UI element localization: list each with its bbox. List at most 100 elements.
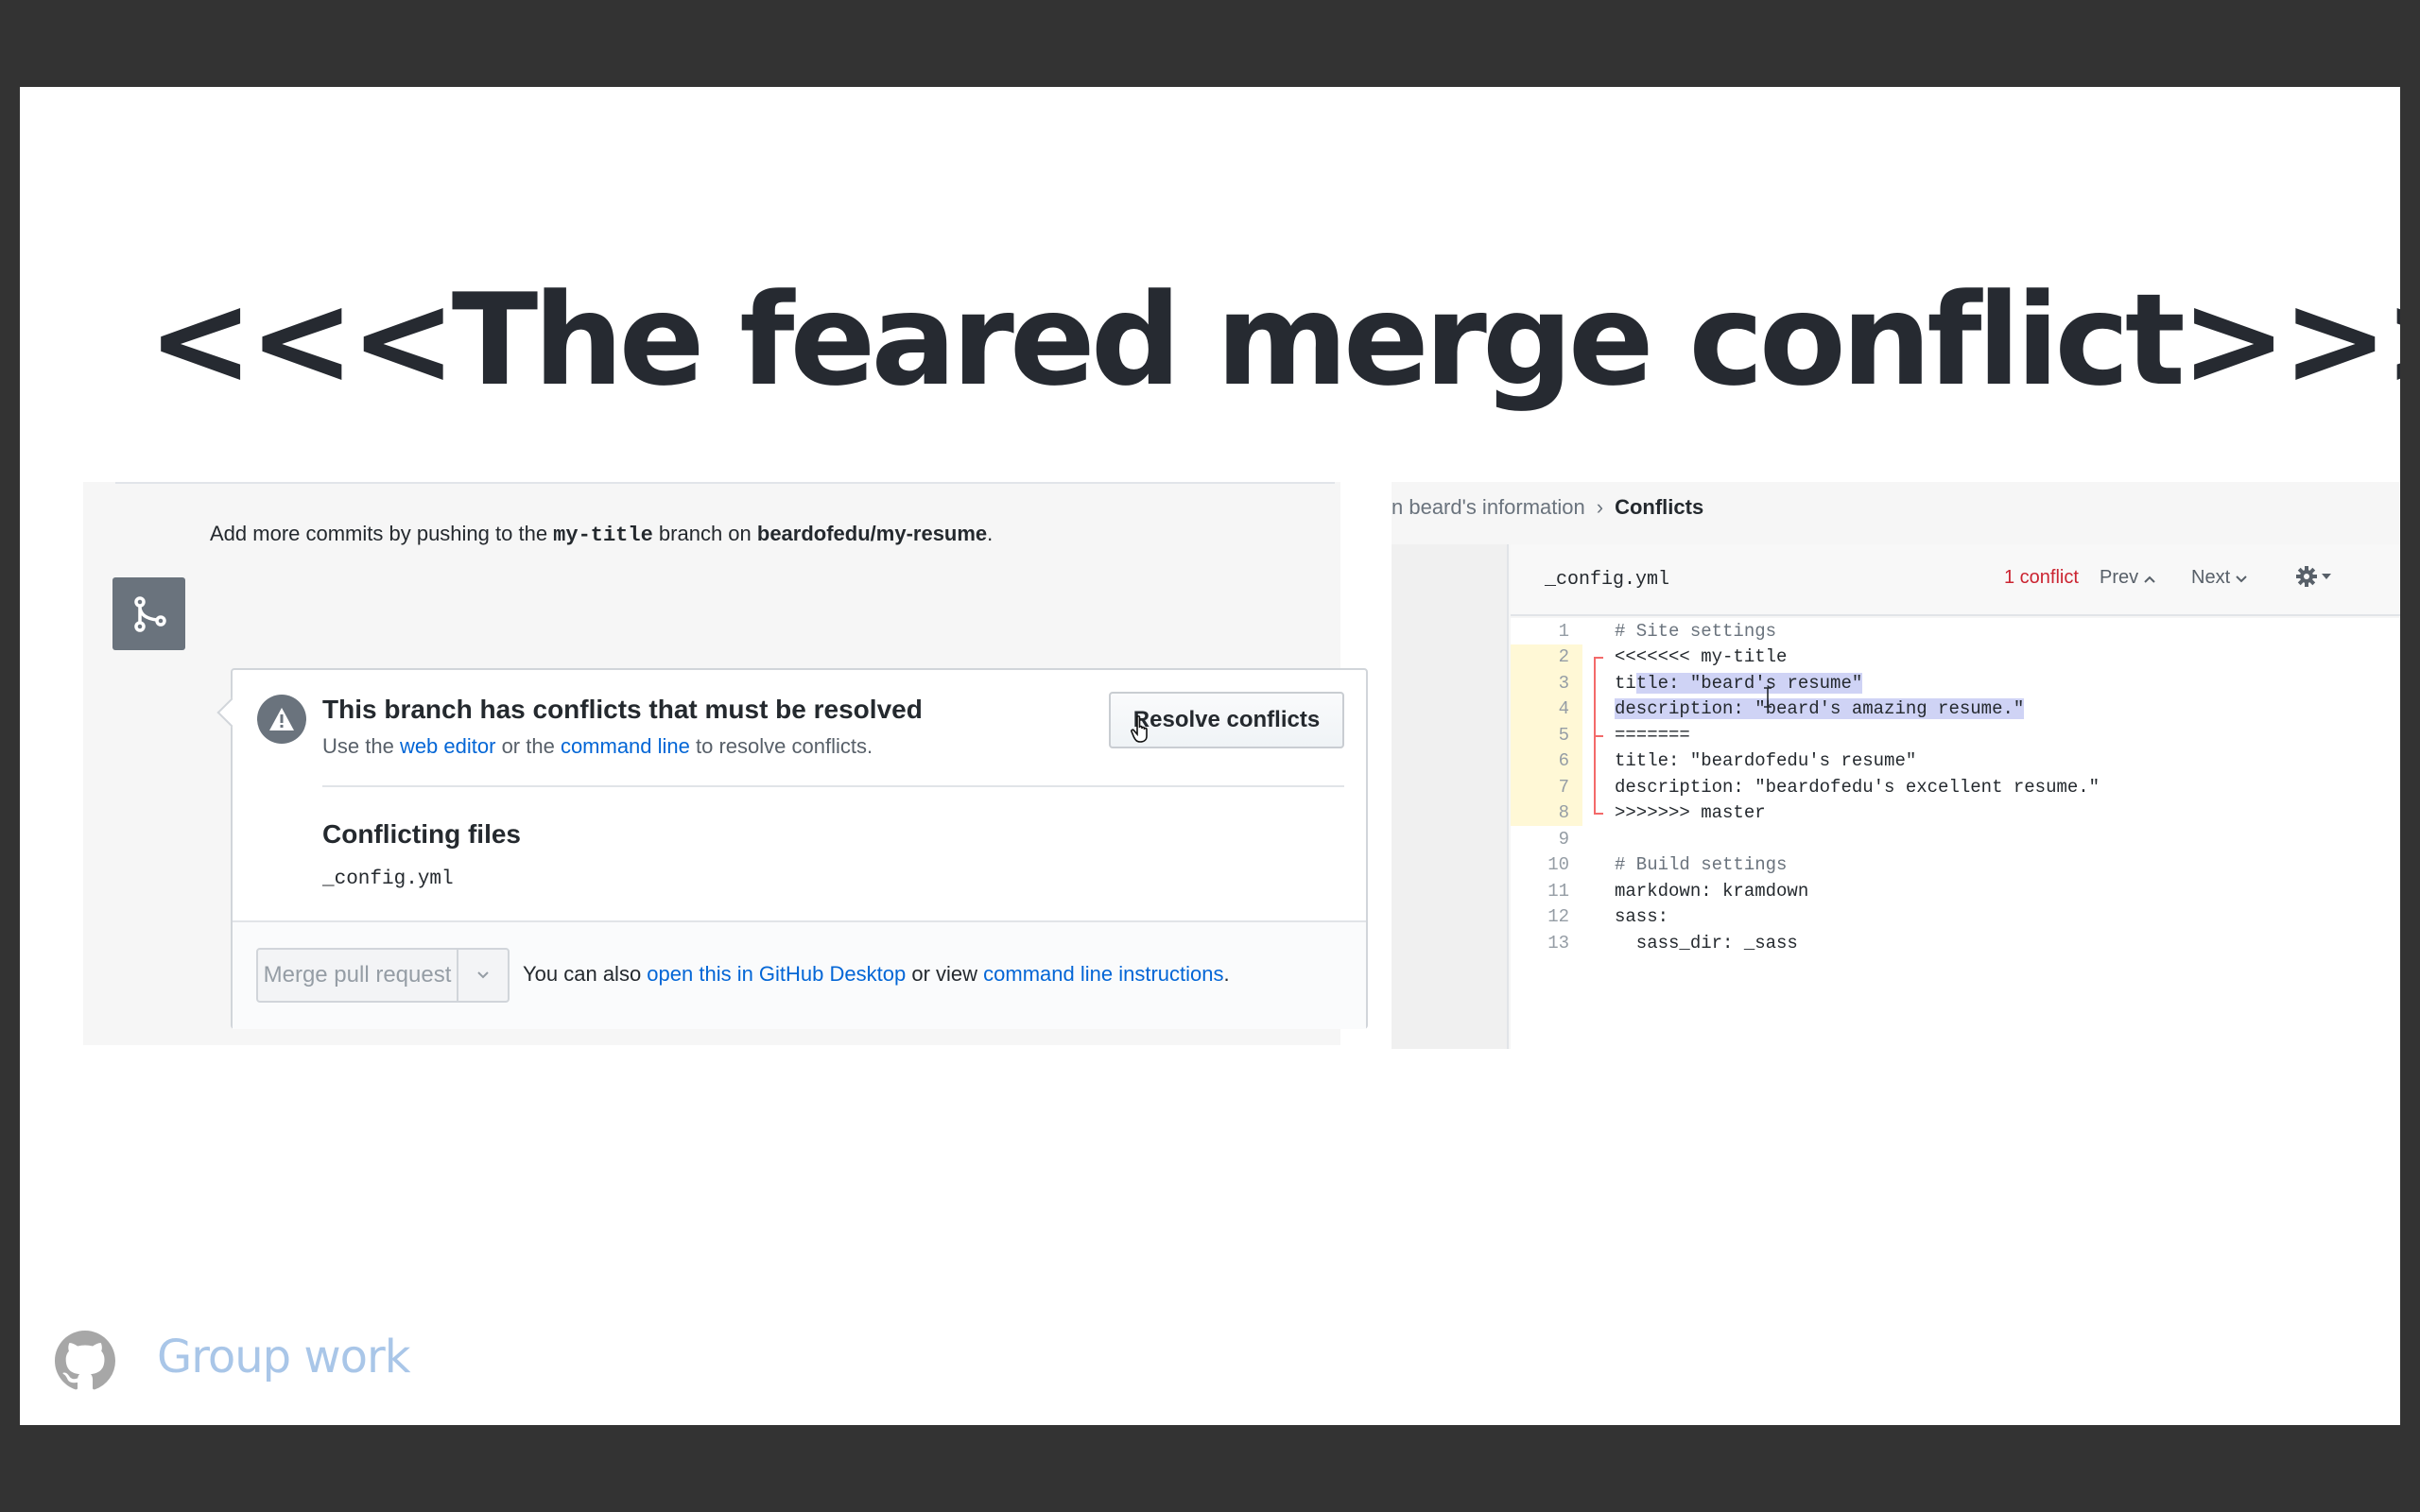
hint-text: branch on xyxy=(652,522,757,545)
conflict-count: 1 conflict xyxy=(2004,567,2079,588)
code-text: # Build settings xyxy=(1615,854,1788,876)
text-cursor-icon xyxy=(1764,687,1772,708)
breadcrumb: n beard's information › Conflicts xyxy=(1392,495,1703,520)
selected-text: description: "beard's amazing resume." xyxy=(1615,698,2025,720)
divider xyxy=(322,785,1344,787)
hint-text: Add more commits by pushing to the xyxy=(210,522,554,545)
conflict-marker xyxy=(1582,774,1611,800)
code-line: 11 markdown: kramdown xyxy=(1511,878,2400,904)
github-desktop-link[interactable]: open this in GitHub Desktop xyxy=(647,962,906,986)
conflicting-files-title: Conflicting files xyxy=(322,819,521,849)
code-text: markdown: kramdown xyxy=(1615,880,1809,902)
command-line-link[interactable]: command line xyxy=(561,734,690,758)
line-number: 13 xyxy=(1547,932,1569,954)
conflict-marker xyxy=(1582,930,1611,956)
code-line: 8 >>>>>>> master xyxy=(1511,799,2400,827)
code-line: 2 <<<<<<< my-title xyxy=(1511,644,2400,671)
conflict-instructions: Use the web editor or the command line t… xyxy=(322,734,873,759)
breadcrumb-current: Conflicts xyxy=(1615,495,1704,519)
file-sidebar xyxy=(1392,544,1509,1049)
code-line: 4 description: "beard's amazing resume." xyxy=(1511,696,2400,722)
code-line: 3 title: "beard's resume" xyxy=(1511,670,2400,696)
line-number: 4 xyxy=(1511,696,1582,722)
code-text: >>>>>>> master xyxy=(1615,802,1766,824)
command-line-instructions-link[interactable]: command line instructions xyxy=(983,962,1223,986)
code-text: description: "beardofedu's excellent res… xyxy=(1615,776,2100,798)
code-line: 13 sass_dir: _sass xyxy=(1511,930,2400,956)
conflict-heading: This branch has conflicts that must be r… xyxy=(322,695,923,724)
code-text: ======= xyxy=(1615,724,1690,746)
prev-conflict-button[interactable]: Prev xyxy=(2100,567,2155,589)
alternative-merge-text: You can also open this in GitHub Desktop… xyxy=(523,962,1230,987)
line-number: 11 xyxy=(1547,880,1569,902)
prev-label: Prev xyxy=(2100,567,2139,588)
line-number: 10 xyxy=(1547,854,1569,876)
merge-status-box: This branch has conflicts that must be r… xyxy=(231,668,1368,1029)
conflict-editor-panel: n beard's information › Conflicts _config.… xyxy=(1392,482,2400,1049)
slide-title: <<<The feared merge conflict>>> xyxy=(147,266,2400,414)
git-branch-icon xyxy=(112,577,185,650)
code-text: # Site settings xyxy=(1615,620,1777,642)
conflict-marker xyxy=(1582,722,1611,748)
code-editor[interactable]: 1 # Site settings 2 <<<<<<< my-title 3 titl… xyxy=(1511,618,2400,1049)
footer-text: or view xyxy=(906,962,984,986)
alert-icon xyxy=(257,695,306,744)
code-line: 1 # Site settings xyxy=(1511,618,2400,644)
chevron-down-icon xyxy=(458,950,508,1001)
code-text-plain: ti xyxy=(1615,672,1636,694)
file-name: _config.yml xyxy=(1545,569,1670,591)
code-line: 10 # Build settings xyxy=(1511,852,2400,879)
code-text: sass_dir: _sass xyxy=(1615,932,1798,954)
next-label: Next xyxy=(2191,567,2231,588)
selected-text: tle: "beard's resume" xyxy=(1635,672,1863,694)
line-number: 6 xyxy=(1511,747,1582,774)
instructions-text: Use the xyxy=(322,734,400,758)
conflict-marker xyxy=(1582,644,1611,671)
code-line: 6 title: "beardofedu's resume" xyxy=(1511,747,2400,775)
line-number: 5 xyxy=(1511,722,1582,748)
settings-button[interactable] xyxy=(2295,565,2331,588)
chevron-right-icon: › xyxy=(1596,495,1604,519)
merge-pull-request-button: Merge pull request xyxy=(256,948,510,1003)
footer-text: . xyxy=(1223,962,1230,986)
conflict-marker xyxy=(1582,826,1611,852)
code-text: title: "beardofedu's resume" xyxy=(1615,750,1917,772)
divider xyxy=(115,482,1335,484)
next-conflict-button[interactable]: Next xyxy=(2191,567,2247,589)
code-text: title: "beard's resume" xyxy=(1611,672,1863,694)
line-number: 7 xyxy=(1511,774,1582,800)
code-line: 5 ======= xyxy=(1511,722,2400,748)
line-number: 3 xyxy=(1511,670,1582,696)
conflict-marker xyxy=(1582,747,1611,775)
hint-text: . xyxy=(987,522,994,545)
conflicting-file-item: _config.yml xyxy=(322,868,454,890)
branch-name: my-title xyxy=(553,524,653,547)
code-text: description: "beard's amazing resume." xyxy=(1611,698,2025,720)
merge-footer: Merge pull request You can also open thi… xyxy=(233,920,1366,1029)
conflict-marker xyxy=(1582,670,1611,696)
instructions-text: to resolve conflicts. xyxy=(689,734,873,758)
conflict-marker xyxy=(1582,852,1611,879)
chevron-up-icon xyxy=(2143,576,2155,583)
merge-button-label: Merge pull request xyxy=(258,950,458,1001)
code-line: 9 xyxy=(1511,826,2400,852)
slide: <<<The feared merge conflict>>> Add more… xyxy=(20,87,2400,1425)
file-header: _config.yml 1 conflict Prev Next xyxy=(1511,544,2400,616)
conflict-marker xyxy=(1582,878,1611,904)
breadcrumb-parent[interactable]: n beard's information xyxy=(1392,495,1585,519)
github-octocat-icon xyxy=(55,1331,115,1390)
chevron-down-icon xyxy=(2235,576,2247,583)
conflict-marker xyxy=(1582,618,1611,644)
caret-down-icon xyxy=(2322,574,2331,579)
web-editor-link[interactable]: web editor xyxy=(400,734,496,758)
line-number: 1 xyxy=(1558,620,1569,642)
gear-icon xyxy=(2296,566,2317,587)
code-line: 12 sass: xyxy=(1511,904,2400,931)
hand-cursor-icon xyxy=(1131,715,1148,743)
code-text: sass: xyxy=(1615,906,1669,928)
code-text: <<<<<<< my-title xyxy=(1615,646,1788,668)
push-commits-hint: Add more commits by pushing to the my-ti… xyxy=(210,522,993,547)
conflict-marker xyxy=(1582,799,1611,827)
footer-label: Group work xyxy=(157,1331,411,1383)
instructions-text: or the xyxy=(495,734,561,758)
